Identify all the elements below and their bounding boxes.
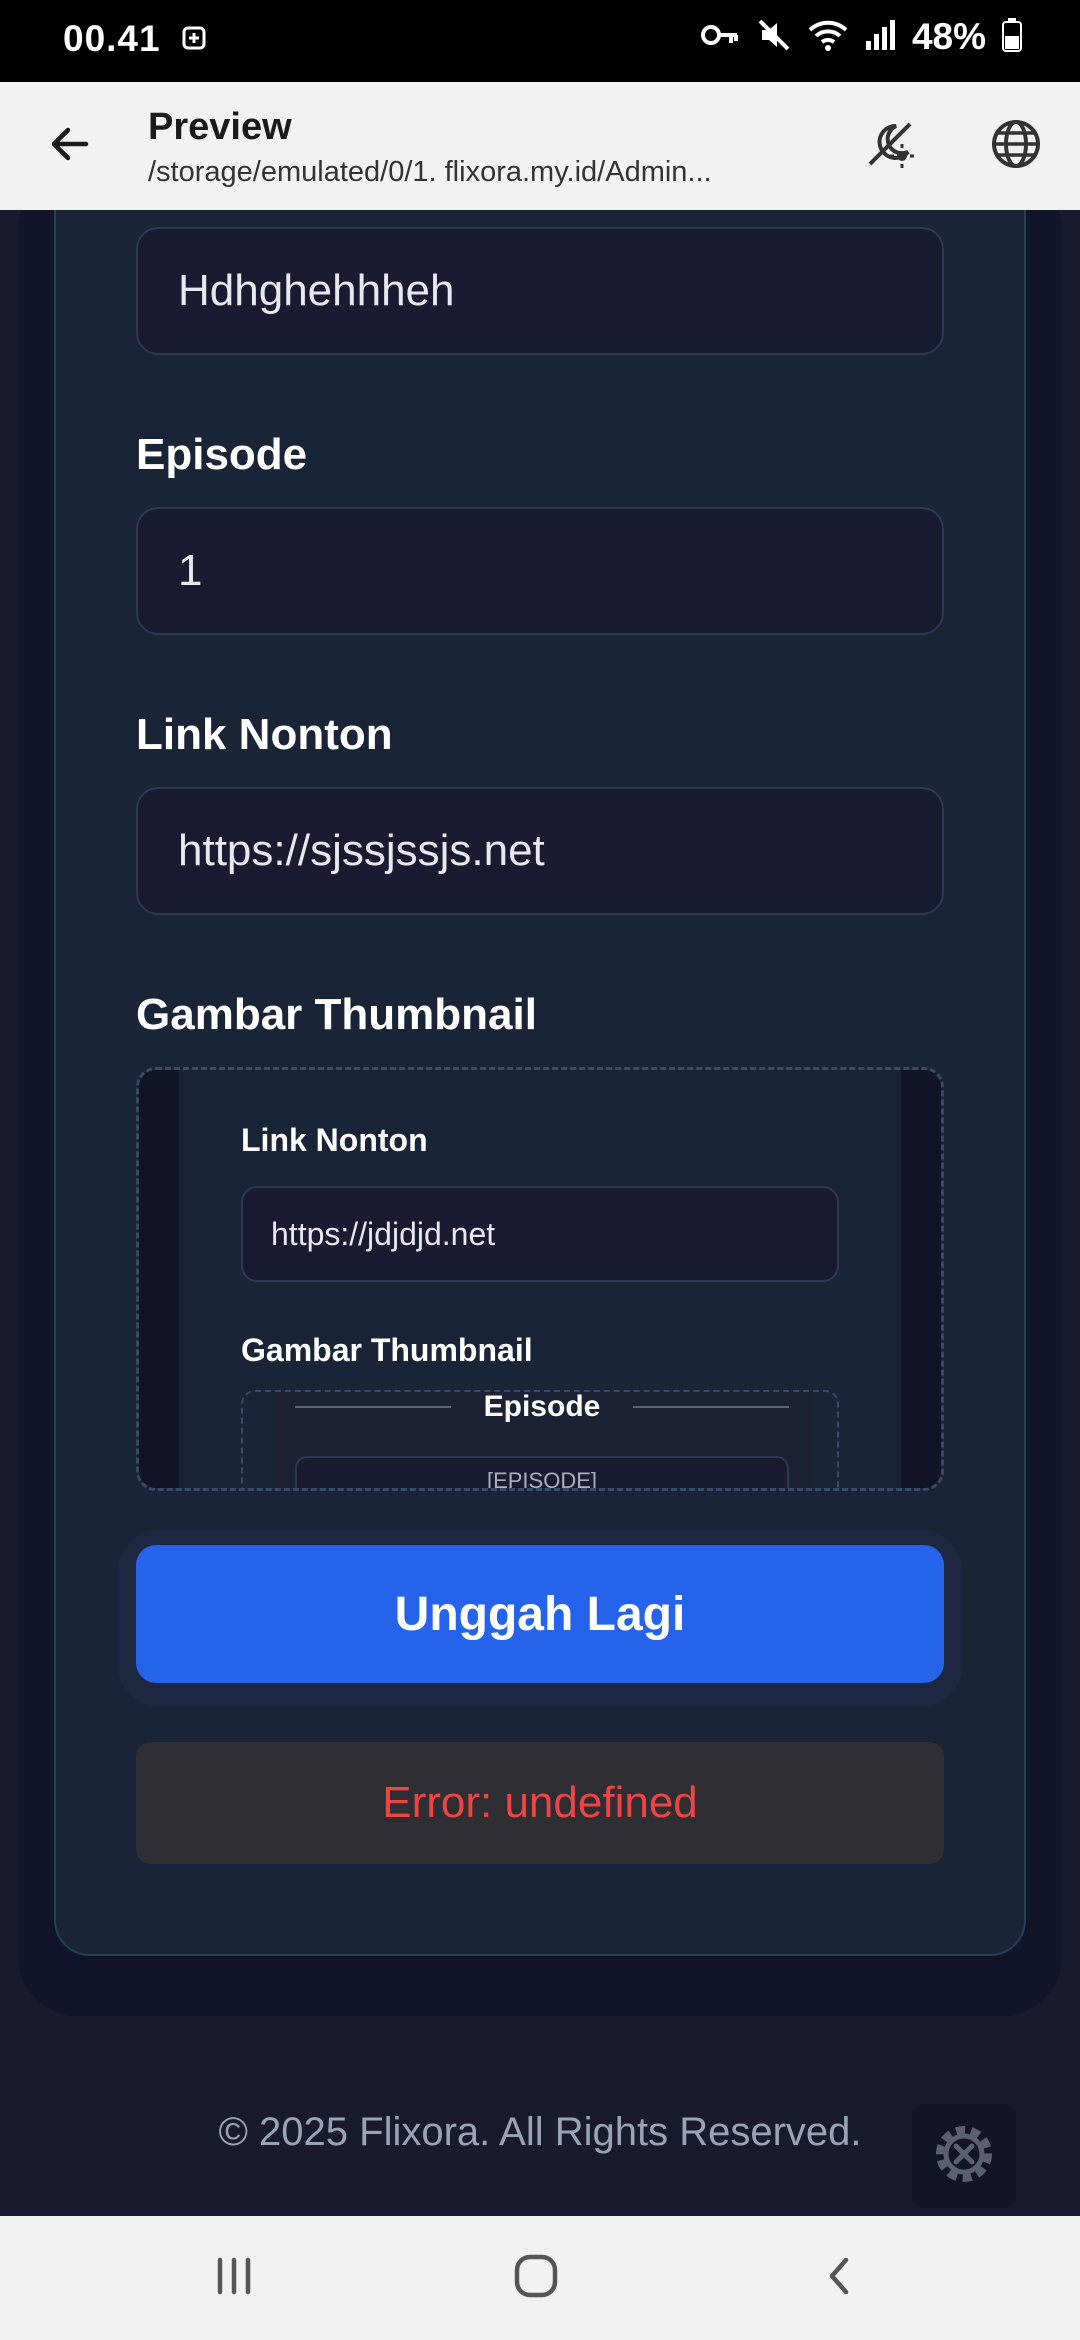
thumbnail-border-right bbox=[901, 1070, 941, 1488]
settings-fab[interactable] bbox=[912, 2104, 1016, 2208]
title-input-value: Hdhghehhheh bbox=[178, 266, 455, 315]
page-title: Preview bbox=[148, 106, 292, 148]
status-time: 00.41 bbox=[63, 18, 161, 59]
back-nav-button[interactable] bbox=[804, 2242, 876, 2314]
nested-placeholder: [EPISODE] bbox=[486, 1468, 598, 1491]
theme-toggle-icon bbox=[862, 116, 918, 177]
thumbnail-preview[interactable]: Link Nonton https://jdjdjd.net Gambar Th… bbox=[136, 1067, 944, 1491]
back-button[interactable] bbox=[38, 114, 102, 178]
preview-thumbnail-label: Gambar Thumbnail bbox=[241, 1332, 533, 1368]
wifi-icon bbox=[808, 18, 848, 57]
status-bar: 00.41 48% bbox=[0, 0, 1080, 82]
episode-input-value: 1 bbox=[178, 546, 203, 595]
error-message: Error: undefined bbox=[382, 1778, 698, 1827]
back-arrow-icon bbox=[46, 120, 94, 173]
home-button[interactable] bbox=[500, 2242, 572, 2314]
file-path: /storage/emulated/0/1. flixora.my.id/Adm… bbox=[148, 156, 712, 188]
link-input-value: https://sjssjssjs.net bbox=[178, 826, 545, 875]
recent-apps-button[interactable] bbox=[198, 2242, 270, 2314]
battery-percent: 48% bbox=[911, 16, 986, 57]
nested-episode-label: Episode bbox=[483, 1390, 601, 1423]
home-icon bbox=[512, 2252, 560, 2305]
link-label: Link Nonton bbox=[136, 710, 393, 759]
browser-button[interactable] bbox=[984, 114, 1048, 178]
error-message-box: Error: undefined bbox=[136, 1742, 944, 1864]
battery-icon bbox=[1002, 17, 1022, 57]
globe-icon bbox=[988, 116, 1044, 177]
app-bar: Preview /storage/emulated/0/1. flixora.m… bbox=[0, 82, 1080, 210]
thumbnail-border-left bbox=[139, 1070, 179, 1488]
system-nav-bar bbox=[0, 2216, 1080, 2340]
thumbnail-label: Gambar Thumbnail bbox=[136, 990, 537, 1039]
back-nav-icon bbox=[820, 2254, 860, 2303]
preview-thumbnail-box: Episode [EPISODE] bbox=[241, 1390, 839, 1491]
upload-again-label: Unggah Lagi bbox=[394, 1587, 686, 1641]
upload-again-button[interactable]: Unggah Lagi bbox=[136, 1545, 944, 1683]
key-icon bbox=[700, 20, 740, 55]
status-icons: 48% bbox=[700, 16, 1022, 58]
mute-icon bbox=[756, 17, 792, 58]
link-input[interactable]: https://sjssjssjs.net bbox=[136, 787, 944, 915]
preview-link-field: https://jdjdjd.net bbox=[241, 1186, 839, 1282]
episode-label: Episode bbox=[136, 430, 308, 479]
sync-icon bbox=[178, 22, 210, 59]
preview-link-label: Link Nonton bbox=[241, 1122, 428, 1158]
nested-preview: Episode [EPISODE] bbox=[273, 1390, 811, 1491]
gear-icon bbox=[926, 2116, 1002, 2197]
title-input[interactable]: Hdhghehhheh bbox=[136, 227, 944, 355]
page-content: Hdhghehhheh Episode 1 Link Nonton https:… bbox=[0, 210, 1080, 2216]
theme-toggle-button[interactable] bbox=[858, 114, 922, 178]
signal-icon bbox=[864, 19, 896, 56]
episode-input[interactable]: 1 bbox=[136, 507, 944, 635]
recent-apps-icon bbox=[212, 2256, 256, 2301]
preview-link-value: https://jdjdjd.net bbox=[271, 1215, 496, 1252]
